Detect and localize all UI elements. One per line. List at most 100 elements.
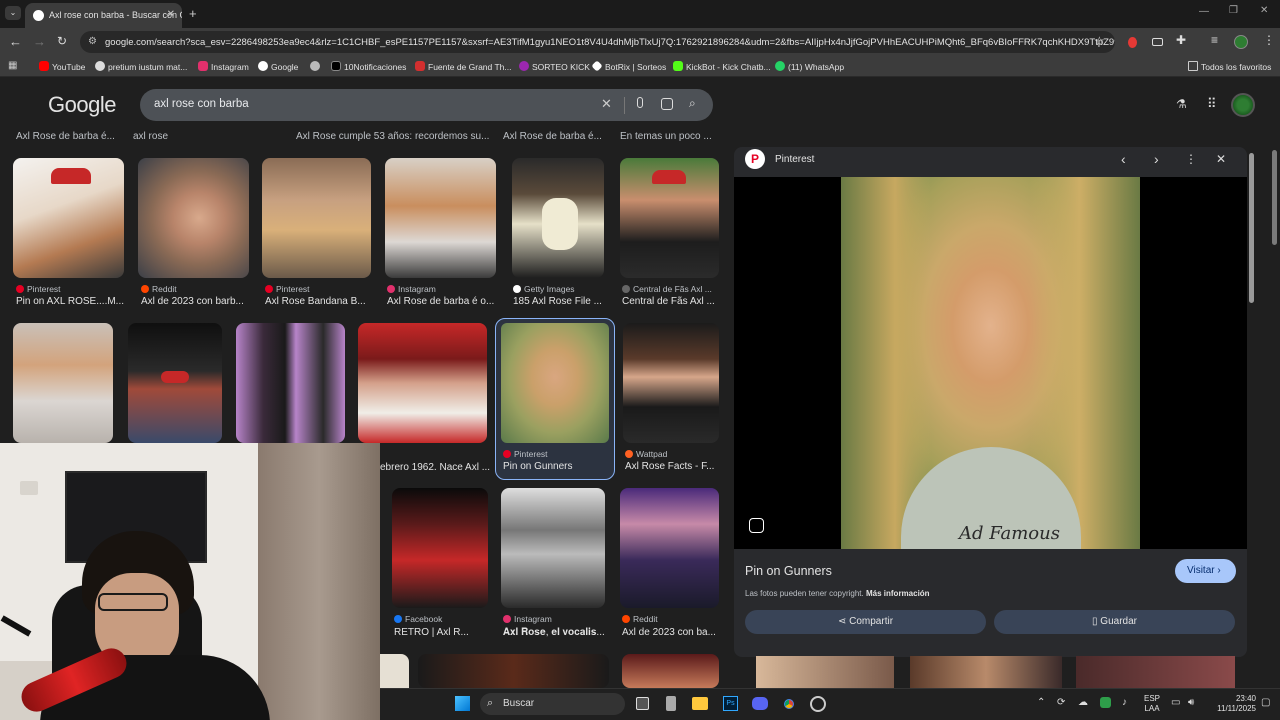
- start-button[interactable]: [455, 696, 470, 711]
- result-title[interactable]: 185 Axl Rose File ...: [513, 296, 623, 307]
- new-tab-button[interactable]: +: [189, 6, 197, 21]
- tray-chevron-icon[interactable]: ⌃: [1037, 697, 1045, 708]
- taskbar-search[interactable]: ⌕ Buscar: [480, 693, 625, 715]
- result-title[interactable]: 𝐀𝐱𝐥 𝐑𝐨𝐬𝐞, 𝐞𝐥 𝐯𝐨𝐜𝐚𝐥𝐢𝐬...: [503, 627, 605, 638]
- result-image[interactable]: [385, 158, 496, 278]
- file-explorer-icon[interactable]: [692, 697, 708, 710]
- labs-icon[interactable]: ⚗: [1176, 97, 1187, 111]
- language-indicator[interactable]: ESP LAA: [1141, 694, 1163, 714]
- all-bookmarks[interactable]: Todos los favoritos: [1188, 61, 1271, 72]
- volume-icon[interactable]: 🔊︎: [1188, 697, 1194, 708]
- close-window-button[interactable]: ✕: [1260, 5, 1268, 16]
- forward-button[interactable]: →: [33, 34, 46, 49]
- bookmark-youtube[interactable]: YouTube: [39, 61, 85, 72]
- bookmark-pretium[interactable]: pretium iustum mat...: [95, 61, 187, 72]
- address-bar[interactable]: ⚙ google.com/search?sca_esv=2286498253ea…: [80, 31, 1115, 53]
- result-image[interactable]: [623, 323, 719, 443]
- browser-menu-icon[interactable]: ⋮: [1263, 33, 1275, 47]
- extension-icon-red[interactable]: [1128, 37, 1137, 48]
- panel-scrollbar[interactable]: [1249, 153, 1254, 303]
- result-image[interactable]: [512, 158, 604, 278]
- previous-image-button[interactable]: ‹: [1121, 151, 1126, 167]
- panel-source[interactable]: Pinterest: [775, 154, 814, 165]
- result-title[interactable]: Central de Fãs Axl ...: [622, 296, 719, 307]
- tray-sync-icon[interactable]: ⟳: [1057, 697, 1065, 708]
- bookmark-kickbot[interactable]: KickBot - Kick Chatb...: [673, 61, 771, 72]
- result-title[interactable]: Axl de 2023 con barb...: [141, 296, 251, 307]
- app-icon-generic[interactable]: [666, 696, 676, 711]
- result-title[interactable]: Axl Rose de barba é o...: [387, 296, 497, 307]
- result-title[interactable]: Axl Rose Facts - F...: [625, 461, 735, 472]
- result-image[interactable]: [620, 158, 719, 278]
- account-avatar[interactable]: [1231, 93, 1255, 117]
- result-image[interactable]: [620, 488, 719, 608]
- bookmark-globe[interactable]: [310, 61, 323, 72]
- tab-list-button[interactable]: ⌄: [5, 6, 21, 20]
- result-title[interactable]: Pin on AXL ROSE....M...: [16, 296, 126, 307]
- reload-button[interactable]: ↻: [57, 34, 67, 48]
- related-thumb[interactable]: [910, 656, 1062, 688]
- clock[interactable]: 23:40 11/11/2025: [1206, 694, 1256, 714]
- result-title[interactable]: Axl Rose Bandana B...: [265, 296, 375, 307]
- result-image[interactable]: [13, 158, 124, 278]
- apps-grid-icon[interactable]: ▦: [8, 60, 17, 71]
- network-icon[interactable]: ▭: [1171, 697, 1180, 708]
- bookmark-whatsapp[interactable]: (11) WhatsApp: [775, 61, 844, 72]
- tray-cloud-icon[interactable]: ☁: [1078, 697, 1088, 708]
- result-image[interactable]: [380, 654, 409, 688]
- bookmark-10notificaciones[interactable]: 10Notificaciones: [331, 61, 406, 72]
- google-apps-icon[interactable]: ⠿: [1207, 96, 1217, 112]
- clear-search-icon[interactable]: ✕: [601, 96, 612, 112]
- tray-mic-icon[interactable]: ♪: [1122, 697, 1127, 708]
- app-icon-circle[interactable]: [810, 696, 826, 712]
- close-tab-icon[interactable]: ✕: [167, 9, 175, 20]
- related-chip[interactable]: axl rose: [133, 131, 168, 142]
- bookmark-star-icon[interactable]: ☆: [1094, 34, 1105, 48]
- related-chip[interactable]: Axl Rose de barba é...: [503, 131, 602, 142]
- result-title[interactable]: Pin on Gunners: [503, 461, 613, 472]
- google-logo[interactable]: Google: [48, 92, 116, 118]
- result-image[interactable]: [236, 323, 345, 443]
- search-icon[interactable]: ⌕: [689, 96, 696, 111]
- result-image[interactable]: [13, 323, 113, 443]
- restore-button[interactable]: ❐: [1229, 5, 1238, 16]
- photoshop-icon[interactable]: Ps: [723, 696, 738, 711]
- bookmark-fuente-gta[interactable]: Fuente de Grand Th...: [415, 61, 511, 72]
- lens-search-icon[interactable]: [661, 98, 673, 110]
- next-image-button[interactable]: ›: [1154, 151, 1159, 167]
- extensions-puzzle-icon[interactable]: ✚: [1176, 33, 1186, 47]
- result-image[interactable]: [128, 323, 222, 443]
- extension-icon-card[interactable]: [1152, 38, 1163, 46]
- search-input[interactable]: axl rose con barba ✕ ⌕: [140, 89, 713, 121]
- notifications-icon[interactable]: ▢: [1261, 697, 1270, 708]
- result-image[interactable]: [262, 158, 371, 278]
- bookmark-botrix[interactable]: BotRix | Sorteos: [591, 60, 666, 72]
- result-title[interactable]: Axl de 2023 con ba...: [622, 627, 719, 638]
- tab-active[interactable]: Axl rose con barba - Buscar con Google ✕: [25, 3, 182, 28]
- profile-avatar[interactable]: [1234, 35, 1248, 49]
- result-image[interactable]: [501, 488, 605, 608]
- voice-search-icon[interactable]: [637, 97, 643, 108]
- more-options-icon[interactable]: ⋮: [1185, 152, 1197, 166]
- panel-title[interactable]: Pin on Gunners: [745, 564, 832, 578]
- site-info-icon[interactable]: ⚙: [88, 36, 97, 47]
- share-button[interactable]: ⋖ Compartir: [745, 610, 986, 634]
- bookmark-sorteo-kick[interactable]: SORTEO KICK: [519, 61, 590, 72]
- chrome-icon[interactable]: [781, 696, 797, 712]
- related-chip[interactable]: Axl Rose de barba é...: [16, 131, 115, 142]
- reading-list-icon[interactable]: ≡: [1211, 33, 1218, 47]
- result-image[interactable]: [418, 654, 609, 688]
- result-title[interactable]: ebrero 1962. Nace Axl ...: [380, 462, 490, 473]
- back-button[interactable]: ←: [9, 34, 22, 49]
- tray-app-icon[interactable]: [1100, 697, 1111, 708]
- related-thumb[interactable]: [1076, 656, 1235, 688]
- task-view-icon[interactable]: [636, 697, 649, 710]
- more-info-link[interactable]: Más información: [866, 589, 930, 598]
- minimize-button[interactable]: —: [1199, 6, 1209, 17]
- preview-image[interactable]: Ad Famous: [841, 177, 1140, 549]
- save-button[interactable]: ▯ Guardar: [994, 610, 1235, 634]
- result-title[interactable]: RETRO | Axl R...: [394, 627, 488, 638]
- result-image[interactable]: [358, 323, 487, 443]
- related-chip[interactable]: Axl Rose cumple 53 años: recordemos su..…: [296, 131, 489, 142]
- result-image[interactable]: [392, 488, 488, 608]
